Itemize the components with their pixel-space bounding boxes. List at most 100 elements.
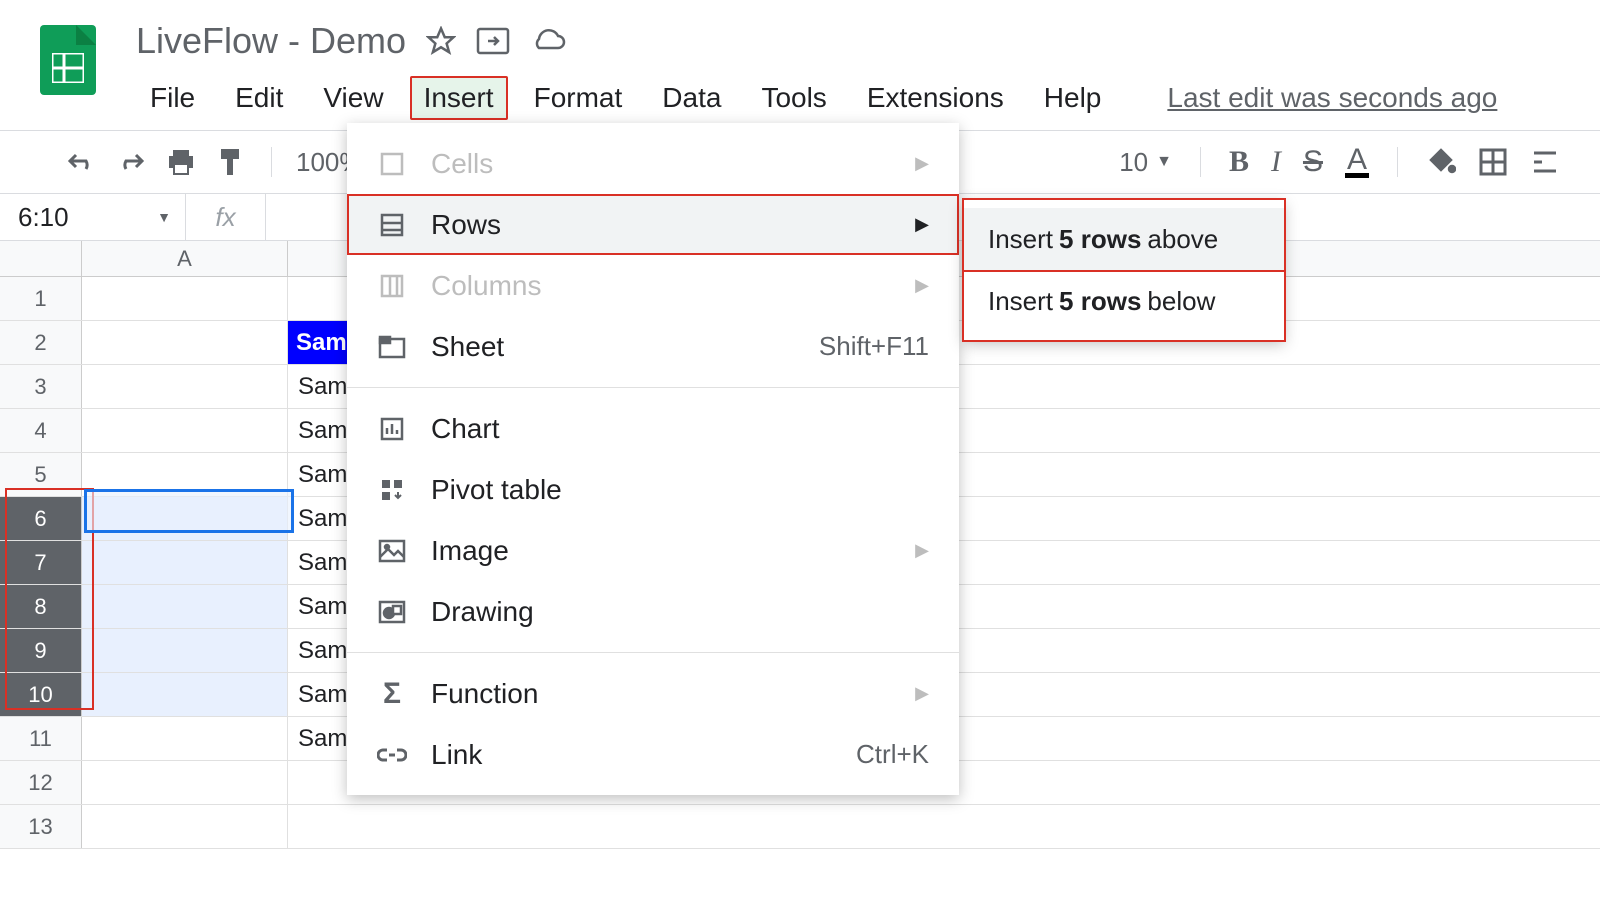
menu-separator [347, 652, 959, 653]
label-bold: 5 rows [1059, 224, 1141, 255]
label-part: Insert [988, 224, 1053, 255]
row-header-11[interactable]: 11 [0, 717, 82, 760]
shortcut-label: Ctrl+K [856, 739, 929, 770]
row-header-7[interactable]: 7 [0, 541, 82, 584]
separator [1397, 147, 1398, 177]
function-icon: Σ [377, 679, 407, 709]
column-header-A[interactable]: A [82, 241, 288, 276]
insert-rows-above-item[interactable]: Insert 5 rows above [964, 208, 1284, 270]
insert-cells-item: Cells ▶ [347, 133, 959, 194]
pivot-icon [377, 475, 407, 505]
menu-label: Chart [431, 413, 499, 445]
insert-rows-submenu: Insert 5 rows above Insert 5 rows below [964, 200, 1284, 340]
row-header-4[interactable]: 4 [0, 409, 82, 452]
insert-rows-below-item[interactable]: Insert 5 rows below [964, 270, 1284, 332]
paint-format-icon[interactable] [215, 146, 247, 178]
menu-label: Drawing [431, 596, 534, 628]
name-box[interactable]: 6:10 ▼ [0, 194, 186, 240]
image-icon [377, 536, 407, 566]
print-icon[interactable] [165, 146, 197, 178]
menu-label: Link [431, 739, 482, 771]
dropdown-arrow-icon: ▼ [1156, 153, 1172, 171]
insert-drawing-item[interactable]: Drawing [347, 581, 959, 642]
insert-link-item[interactable]: Link Ctrl+K [347, 724, 959, 785]
row-header-13[interactable]: 13 [0, 805, 82, 848]
insert-rows-item[interactable]: Rows ▶ [347, 194, 959, 255]
highlight-divider [964, 270, 1284, 272]
cell[interactable] [82, 277, 288, 320]
cell[interactable] [82, 673, 288, 716]
label-bold: 5 rows [1059, 286, 1141, 317]
row-header-5[interactable]: 5 [0, 453, 82, 496]
fill-color-icon[interactable] [1426, 147, 1456, 177]
cell[interactable] [82, 761, 288, 804]
borders-icon[interactable] [1478, 147, 1508, 177]
title-area: LiveFlow - Demo File Edit View Insert Fo… [136, 20, 1497, 120]
menu-extensions[interactable]: Extensions [853, 76, 1018, 120]
bold-button[interactable]: B [1229, 145, 1249, 179]
insert-image-item[interactable]: Image ▶ [347, 520, 959, 581]
row-header-3[interactable]: 3 [0, 365, 82, 408]
menu-insert[interactable]: Insert [410, 76, 508, 120]
merge-icon[interactable] [1530, 147, 1560, 177]
italic-button[interactable]: I [1271, 145, 1281, 179]
insert-menu-dropdown: Cells ▶ Rows ▶ Columns ▶ Sheet Shift+F11… [347, 123, 959, 795]
font-size-select[interactable]: 10 ▼ [1119, 147, 1172, 178]
menu-label: Columns [431, 270, 541, 302]
insert-pivot-item[interactable]: Pivot table [347, 459, 959, 520]
move-icon[interactable] [476, 27, 510, 55]
insert-chart-item[interactable]: Chart [347, 398, 959, 459]
cell[interactable] [82, 321, 288, 364]
fx-icon: fx [186, 194, 266, 240]
undo-icon[interactable] [65, 146, 97, 178]
menubar: File Edit View Insert Format Data Tools … [136, 76, 1497, 120]
cell[interactable] [82, 365, 288, 408]
menu-view[interactable]: View [309, 76, 397, 120]
row-header-2[interactable]: 2 [0, 321, 82, 364]
menu-edit[interactable]: Edit [221, 76, 297, 120]
chart-icon [377, 414, 407, 444]
label-part: below [1147, 286, 1215, 317]
label-part: above [1147, 224, 1218, 255]
link-icon [377, 740, 407, 770]
text-color-button[interactable]: A [1345, 146, 1369, 178]
menu-label: Sheet [431, 331, 504, 363]
row-header-1[interactable]: 1 [0, 277, 82, 320]
name-box-value: 6:10 [18, 202, 69, 233]
menu-format[interactable]: Format [520, 76, 637, 120]
cell[interactable] [82, 629, 288, 672]
cell[interactable] [82, 541, 288, 584]
separator [271, 147, 272, 177]
menu-help[interactable]: Help [1030, 76, 1116, 120]
cloud-icon[interactable] [530, 28, 566, 54]
row-header-10[interactable]: 10 [0, 673, 82, 716]
cell[interactable] [82, 585, 288, 628]
menu-data[interactable]: Data [648, 76, 735, 120]
select-all-corner[interactable] [0, 241, 82, 276]
redo-icon[interactable] [115, 146, 147, 178]
cell[interactable] [82, 453, 288, 496]
strikethrough-button[interactable]: S [1303, 145, 1323, 179]
menu-tools[interactable]: Tools [747, 76, 840, 120]
insert-function-item[interactable]: Σ Function ▶ [347, 663, 959, 724]
menu-label: Image [431, 535, 509, 567]
row-header-8[interactable]: 8 [0, 585, 82, 628]
chevron-right-icon: ▶ [915, 214, 929, 235]
cell[interactable] [82, 497, 288, 540]
star-icon[interactable] [426, 26, 456, 56]
last-edit-link[interactable]: Last edit was seconds ago [1167, 82, 1497, 114]
menu-label: Pivot table [431, 474, 562, 506]
row-header-12[interactable]: 12 [0, 761, 82, 804]
menu-file[interactable]: File [136, 76, 209, 120]
cell[interactable] [82, 409, 288, 452]
font-size-value: 10 [1119, 147, 1148, 178]
row-header-6[interactable]: 6 [0, 497, 82, 540]
insert-sheet-item[interactable]: Sheet Shift+F11 [347, 316, 959, 377]
sheet-icon [377, 332, 407, 362]
document-title[interactable]: LiveFlow - Demo [136, 20, 406, 62]
row-header-9[interactable]: 9 [0, 629, 82, 672]
sheets-logo-icon [40, 25, 96, 95]
cell[interactable] [82, 717, 288, 760]
label-part: Insert [988, 286, 1053, 317]
cell[interactable] [82, 805, 288, 848]
